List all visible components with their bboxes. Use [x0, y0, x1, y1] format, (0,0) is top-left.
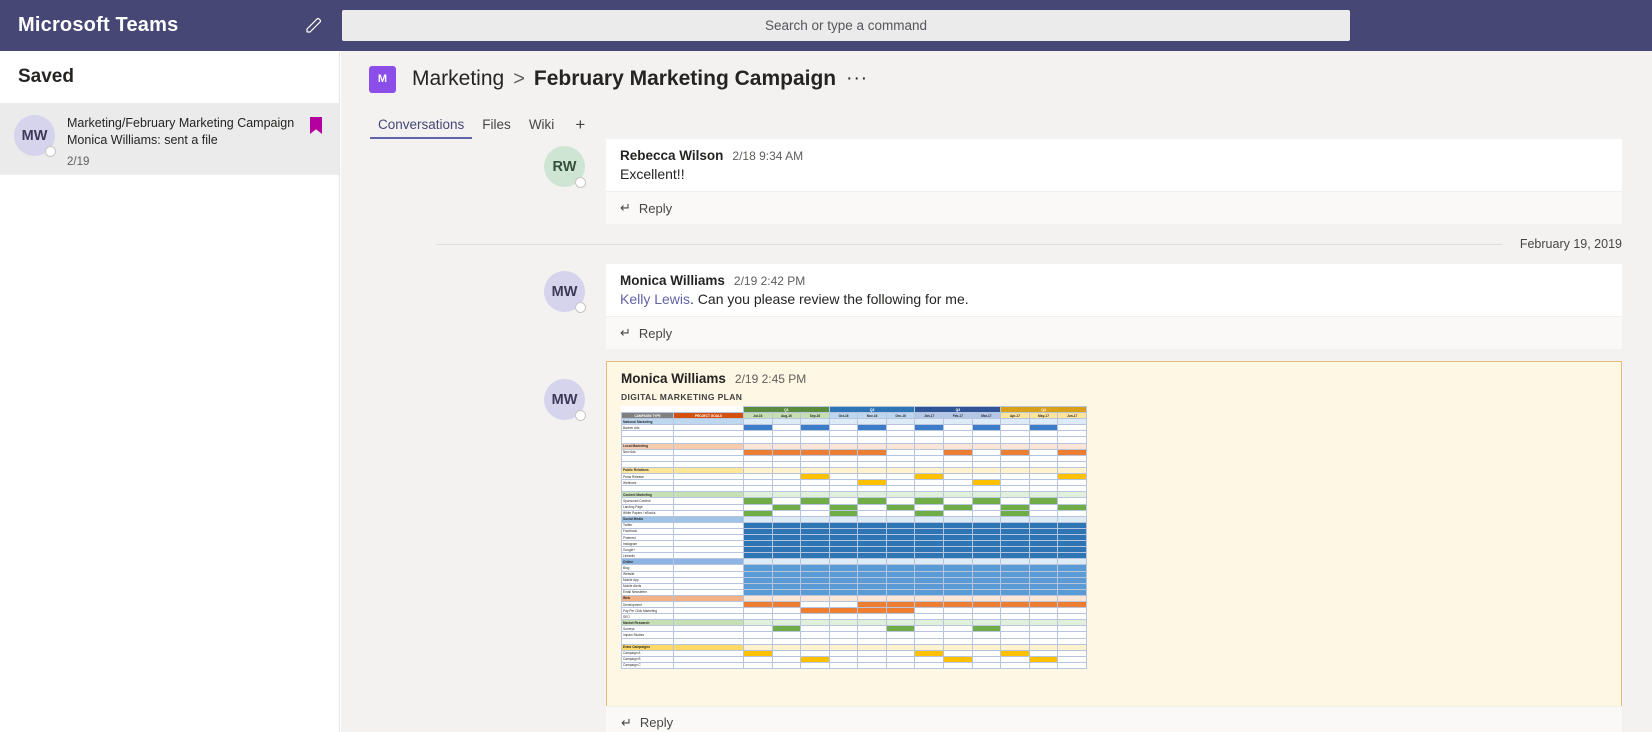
sheet-cell — [1028, 661, 1059, 670]
message-bubble: Rebecca Wilson 2/18 9:34 AM Excellent!! — [606, 139, 1622, 191]
message-author: Monica Williams — [620, 273, 725, 288]
attachment-spreadsheet-preview[interactable]: Q1 Q2 Q3 Q4 CAMPAIGN TYPE PROJECT GOALS Jul-16… — [621, 405, 1087, 670]
channel-more-options-icon[interactable]: ··· — [846, 68, 868, 90]
tab-label: Files — [482, 117, 511, 132]
team-avatar-initial: M — [377, 73, 388, 85]
message-monica-williams-attachment: MW Monica Williams 2/19 2:45 PM DIGITAL … — [341, 361, 1622, 732]
reply-label: Reply — [638, 325, 673, 341]
message-timestamp: 2/18 9:34 AM — [732, 149, 804, 163]
app-brand: Microsoft Teams — [0, 0, 340, 51]
presence-indicator-icon — [45, 146, 56, 157]
top-app-bar: Microsoft Teams — [0, 0, 1652, 51]
message-avatar-gutter: MW — [341, 361, 606, 732]
table-row: Campaign C — [621, 661, 1087, 670]
presence-indicator-icon — [575, 302, 586, 313]
reply-button[interactable]: ↵ Reply — [606, 706, 1622, 732]
avatar-initials: MW — [551, 391, 578, 408]
reply-label: Reply — [639, 715, 674, 731]
day-separator-line — [436, 243, 1502, 245]
message-avatar-gutter: RW — [341, 139, 606, 224]
reply-arrow-icon: ↵ — [620, 325, 631, 340]
message-author: Monica Williams — [621, 371, 726, 386]
breadcrumb-separator-icon: > — [513, 67, 525, 90]
sheet-cell — [1000, 661, 1030, 670]
reply-arrow-icon: ↵ — [621, 714, 632, 730]
day-separator: February 19, 2019 — [341, 237, 1622, 251]
reply-button[interactable]: ↵ Reply — [606, 191, 1622, 224]
page-title: February Marketing Campaign — [533, 67, 837, 90]
tab-label: Conversations — [378, 117, 465, 132]
app-title: Microsoft Teams — [18, 14, 179, 36]
saved-sidebar: Saved MW Marketing/February Marketing Ca… — [0, 51, 340, 732]
message-text: Excellent!! — [620, 166, 685, 182]
sheet-row-label: Campaign C — [621, 661, 674, 670]
message-timestamp: 2/19 2:42 PM — [733, 274, 806, 288]
avatar-initials: MW — [21, 127, 48, 144]
saved-item-path: Marketing/February Marketing Campaign — [67, 116, 295, 130]
avatar-initials: MW — [551, 283, 578, 300]
sheet-cell — [673, 661, 744, 670]
message-text: Kelly Lewis. Can you please review the f… — [620, 291, 1608, 307]
message-author: Rebecca Wilson — [620, 148, 724, 163]
sheet-cell — [857, 661, 887, 670]
tab-conversations[interactable]: Conversations — [369, 117, 473, 139]
sheet-cell — [743, 661, 773, 670]
sheet-cell — [1057, 661, 1087, 670]
main-content: M Marketing > February Marketing Campaig… — [341, 51, 1652, 732]
message-column: Monica Williams 2/19 2:45 PM DIGITAL MAR… — [606, 361, 1622, 732]
add-tab-button[interactable]: + — [563, 115, 594, 139]
avatar: MW — [544, 379, 586, 421]
saved-item-preview: Monica Williams: sent a file — [67, 132, 218, 147]
attachment-title: DIGITAL MARKETING PLAN — [621, 392, 743, 402]
sheet-cell — [971, 661, 1002, 670]
reply-label: Reply — [638, 200, 673, 216]
message-avatar-gutter: MW — [341, 264, 606, 349]
search-input[interactable] — [342, 10, 1350, 41]
message-monica-williams-review: MW Monica Williams 2/19 2:42 PM Kelly Le… — [341, 264, 1622, 349]
saved-item-text: Marketing/February Marketing Campaign Mo… — [67, 115, 294, 170]
team-avatar: M — [369, 65, 396, 93]
sidebar-header: Saved — [18, 66, 74, 87]
presence-indicator-icon — [575, 410, 586, 421]
breadcrumb-team[interactable]: Marketing — [412, 67, 504, 91]
message-text-rest: . Can you please review the following fo… — [690, 291, 969, 307]
conversation-list: RW Rebecca Wilson 2/18 9:34 AM Excellent… — [341, 139, 1652, 732]
sheet-cell — [885, 661, 916, 670]
compose-icon[interactable] — [304, 16, 324, 36]
sheet-cell — [943, 661, 973, 670]
message-column: Monica Williams 2/19 2:42 PM Kelly Lewis… — [606, 264, 1622, 349]
message-timestamp: 2/19 2:45 PM — [734, 372, 807, 386]
tab-wiki[interactable]: Wiki — [520, 117, 564, 139]
channel-tabs: Conversations Files Wiki + — [341, 107, 1652, 139]
tab-files[interactable]: Files — [473, 117, 520, 139]
saved-item-date: 2/19 — [67, 155, 90, 168]
message-column: Rebecca Wilson 2/18 9:34 AM Excellent!! … — [606, 139, 1622, 224]
sheet-cell — [914, 661, 945, 670]
sidebar-item-saved-message[interactable]: MW Marketing/February Marketing Campaign… — [0, 103, 339, 175]
message-bubble-highlighted: Monica Williams 2/19 2:45 PM DIGITAL MAR… — [606, 361, 1622, 707]
avatar: MW — [14, 115, 56, 157]
message-rebecca-wilson: RW Rebecca Wilson 2/18 9:34 AM Excellent… — [341, 139, 1622, 224]
tab-label: Wiki — [528, 117, 555, 132]
presence-indicator-icon — [575, 177, 586, 188]
day-separator-label: February 19, 2019 — [1519, 237, 1622, 251]
bookmark-icon[interactable] — [310, 117, 322, 139]
message-bubble: Monica Williams 2/19 2:42 PM Kelly Lewis… — [606, 264, 1622, 316]
sheet-cell — [828, 661, 859, 670]
mention-link[interactable]: Kelly Lewis — [620, 291, 690, 307]
channel-header: M Marketing > February Marketing Campaig… — [341, 51, 1652, 107]
sheet-cell — [800, 661, 830, 670]
avatar: MW — [544, 271, 586, 313]
reply-arrow-icon: ↵ — [620, 200, 631, 215]
avatar: RW — [544, 146, 586, 188]
sheet-cell — [771, 661, 802, 670]
reply-button[interactable]: ↵ Reply — [606, 316, 1622, 349]
avatar-initials: RW — [552, 158, 577, 175]
